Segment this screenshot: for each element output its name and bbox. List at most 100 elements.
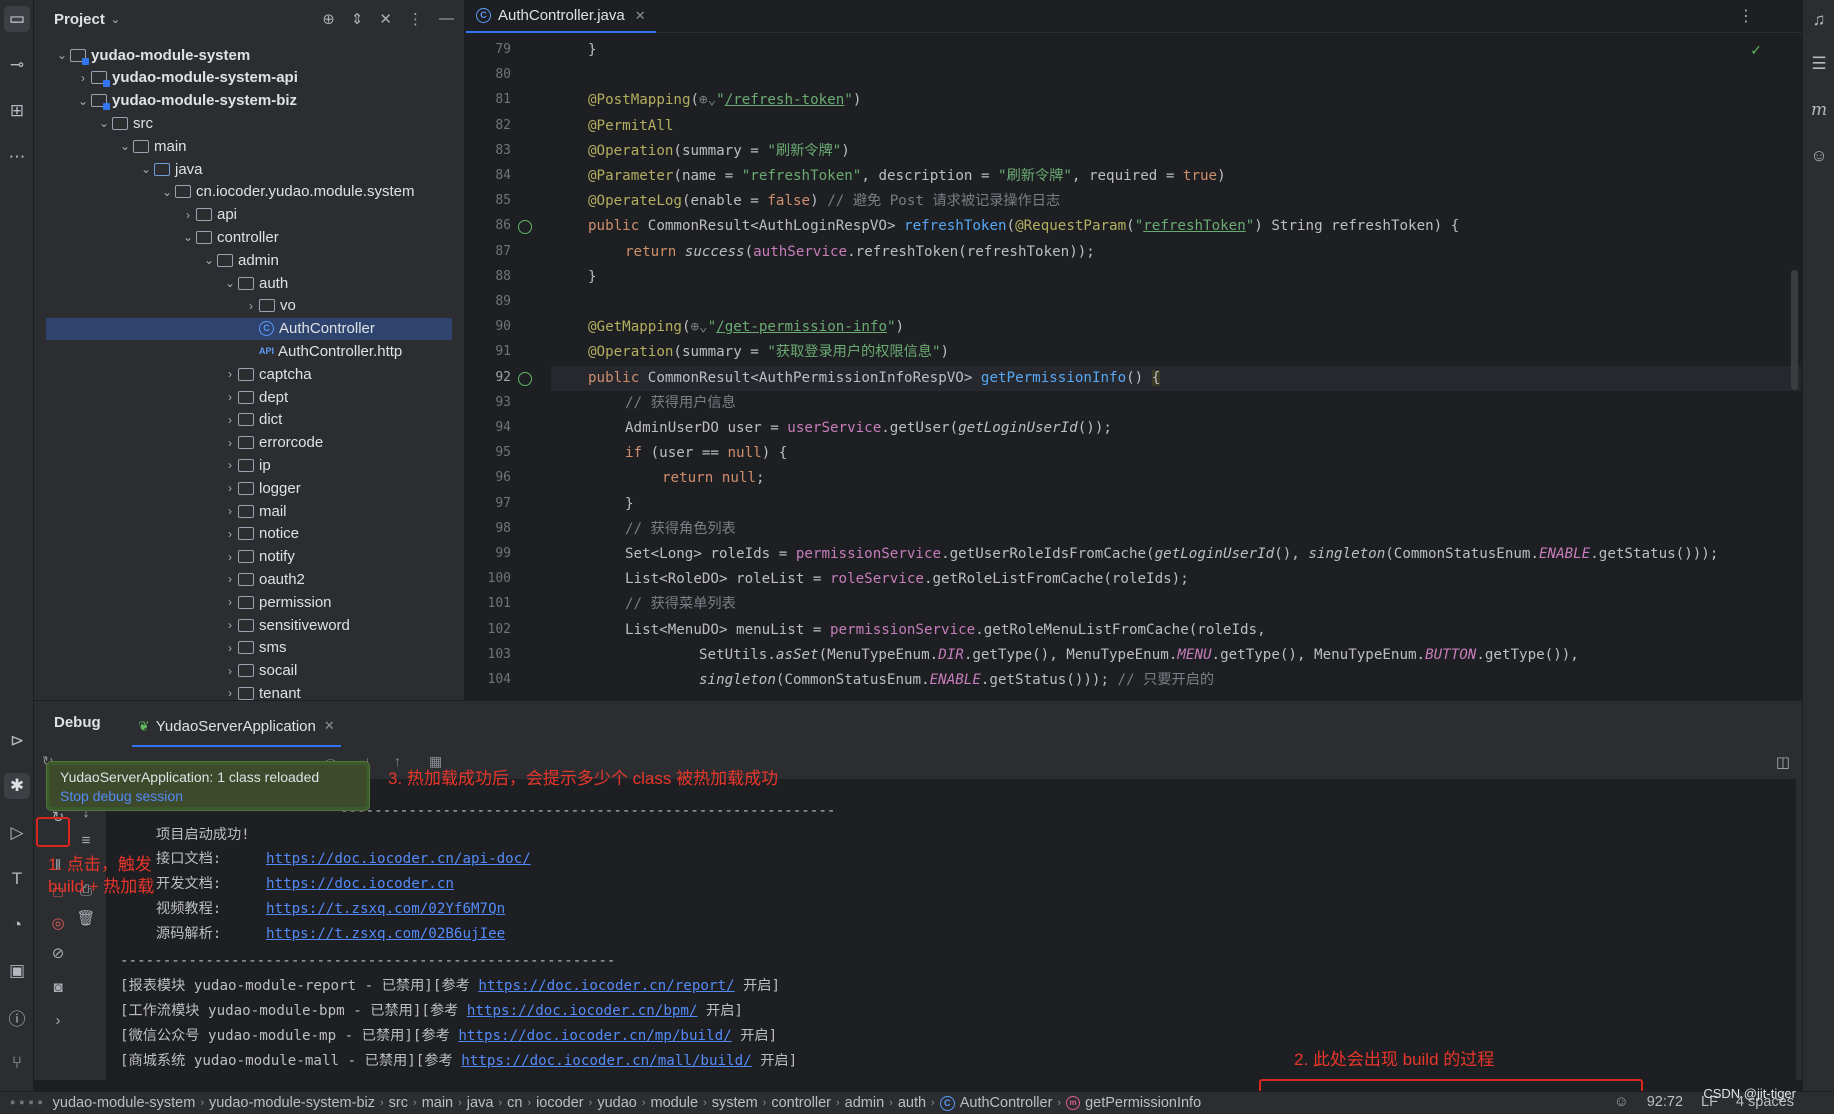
tree-node[interactable]: › sms <box>34 637 454 659</box>
chevron-right-icon[interactable]: › <box>243 299 259 313</box>
tree-node[interactable]: › dept <box>34 386 454 408</box>
tree-node[interactable]: › oauth2 <box>34 568 454 590</box>
tree-node[interactable]: ⌄ yudao-module-system <box>34 44 454 66</box>
tree-node[interactable]: › api <box>34 204 454 226</box>
close-icon[interactable]: ✕ <box>324 718 335 734</box>
chevron-right-icon[interactable]: › <box>222 686 238 700</box>
tree-node[interactable]: ⌄ yudao-module-system-biz <box>34 90 454 112</box>
breadcrumb-class[interactable]: C AuthController <box>939 1095 1052 1111</box>
console-link[interactable]: https://doc.iocoder.cn/api-doc/ <box>266 851 531 867</box>
breadcrumb-item[interactable]: admin <box>845 1095 885 1111</box>
tree-node[interactable]: API AuthController.http <box>34 340 454 362</box>
chevron-down-icon[interactable]: ⌄ <box>96 116 112 130</box>
git-icon[interactable]: ⑂ <box>4 1050 30 1076</box>
chevron-down-icon[interactable]: ⌄ <box>75 94 91 108</box>
notifications-bell-icon[interactable]: ♫ <box>1807 8 1831 32</box>
more-vertical-icon[interactable]: ⋮ <box>1738 6 1754 26</box>
console-link[interactable]: https://doc.iocoder.cn/bpm/ <box>467 1003 698 1019</box>
tree-node[interactable]: › errorcode <box>34 432 454 454</box>
chevron-right-icon[interactable]: › <box>222 481 238 495</box>
tree-node[interactable]: › yudao-module-system-api <box>34 67 454 89</box>
breadcrumb-item[interactable]: system <box>712 1095 758 1111</box>
chevron-right-icon[interactable]: › <box>222 367 238 381</box>
breadcrumb-item[interactable]: iocoder <box>536 1095 584 1111</box>
chevron-right-icon[interactable]: › <box>222 641 238 655</box>
console-link[interactable]: https://t.zsxq.com/02Yf6M7Qn <box>266 901 505 917</box>
close-icon[interactable]: ✕ <box>635 8 646 24</box>
locate-target-icon[interactable]: ⊕ <box>322 10 335 28</box>
layout-icon[interactable]: ◫ <box>1776 753 1790 771</box>
console-link[interactable]: https://doc.iocoder.cn/mp/build/ <box>458 1028 731 1044</box>
tree-node[interactable]: › captcha <box>34 363 454 385</box>
code-area[interactable]: } @PostMapping(⊕⌄"/refresh-token") @Permit… <box>551 33 1801 700</box>
tree-node[interactable]: › ip <box>34 454 454 476</box>
tree-node[interactable]: ⌄ main <box>34 135 454 157</box>
tree-node[interactable]: › notify <box>34 546 454 568</box>
debug-bug-icon[interactable]: ✱ <box>4 773 30 799</box>
stop-debug-session-link[interactable]: Stop debug session <box>60 787 356 806</box>
chevron-right-icon[interactable]: › <box>222 527 238 541</box>
chevron-down-icon[interactable]: ⌄ <box>117 139 133 153</box>
trash-icon[interactable]: 🗑︎ <box>75 907 97 929</box>
chevron-down-icon[interactable]: ⌄ <box>54 48 70 62</box>
endpoint-gutter-icon[interactable] <box>518 220 532 235</box>
profiler-icon[interactable]: ◔ <box>4 912 30 938</box>
breadcrumb-item[interactable]: main <box>422 1095 453 1111</box>
chevron-right-icon[interactable]: › <box>222 595 238 609</box>
tree-node[interactable]: › dict <box>34 409 454 431</box>
breadcrumb-item[interactable]: yudao-module-system <box>53 1095 196 1111</box>
structure-icon[interactable]: ⊞ <box>4 98 30 124</box>
chevron-down-icon[interactable]: ⌄ <box>111 13 120 26</box>
tree-node[interactable]: › socail <box>34 660 454 682</box>
tree-node[interactable]: › sensitiveword <box>34 614 454 636</box>
problems-icon[interactable]: ⓘ <box>4 1004 30 1030</box>
more-tools-icon[interactable]: ⋯ <box>4 144 30 170</box>
console-link[interactable]: https://doc.iocoder.cn <box>266 876 454 892</box>
options-menu-icon[interactable]: ⋮ <box>408 10 423 28</box>
chevron-down-icon[interactable]: ⌄ <box>138 162 154 176</box>
breadcrumb-item[interactable]: yudao <box>597 1095 637 1111</box>
tree-node[interactable]: ⌄ auth <box>34 272 454 294</box>
tab-debug-session[interactable]: ❦ YudaoServerApplication ✕ <box>132 707 341 747</box>
tree-node[interactable]: › vo <box>34 295 454 317</box>
services-icon[interactable]: ⊳ <box>4 728 30 754</box>
tree-node[interactable]: › mail <box>34 500 454 522</box>
copilot-icon[interactable]: ☺ <box>1807 144 1831 168</box>
chevron-right-icon[interactable]: › <box>222 664 238 678</box>
database-icon[interactable]: ☰ <box>1807 52 1831 76</box>
maven-icon[interactable]: m <box>1807 98 1831 122</box>
chevron-right-icon[interactable]: › <box>222 458 238 472</box>
tree-node[interactable]: ⌄ controller <box>34 226 454 248</box>
tab-auth-controller[interactable]: C AuthController.java ✕ <box>466 0 656 33</box>
tree-node[interactable]: › notice <box>34 523 454 545</box>
chevron-right-icon[interactable]: › <box>222 618 238 632</box>
breadcrumb-item[interactable]: java <box>467 1095 494 1111</box>
chevron-down-icon[interactable]: ⌄ <box>222 276 238 290</box>
chevron-right-icon[interactable]: › <box>75 71 91 85</box>
tree-node[interactable]: ⌄ java <box>34 158 454 180</box>
breadcrumb-item[interactable]: module <box>651 1095 699 1111</box>
tree-node[interactable]: C AuthController <box>46 317 452 340</box>
tree-node[interactable]: › tenant <box>34 682 454 700</box>
console-link[interactable]: https://doc.iocoder.cn/mall/build/ <box>461 1053 751 1069</box>
camera-icon[interactable]: ◙ <box>47 976 69 998</box>
project-folder-icon[interactable]: ▭ <box>4 6 30 32</box>
chevron-down-icon[interactable]: ⌄ <box>180 230 196 244</box>
endpoint-gutter-icon[interactable] <box>518 371 532 386</box>
chevron-down-icon[interactable]: ⌄ <box>159 185 175 199</box>
chevron-right-icon[interactable]: › <box>222 390 238 404</box>
breadcrumb-item[interactable]: yudao-module-system-biz <box>209 1095 375 1111</box>
commit-icon[interactable]: ⊸ <box>4 52 30 78</box>
chevron-right-icon[interactable]: › <box>222 413 238 427</box>
run-icon[interactable]: ▷ <box>4 820 30 846</box>
chevron-down-icon[interactable]: ⌄ <box>201 253 217 267</box>
mute-breakpoints-icon[interactable]: ⊘ <box>47 942 69 964</box>
expand-more-icon[interactable]: › <box>47 1009 69 1031</box>
breadcrumb-item[interactable]: controller <box>771 1095 831 1111</box>
console-output[interactable]: ----------------------------------------… <box>106 779 1796 1081</box>
caret-position[interactable]: 92:72 <box>1647 1094 1683 1110</box>
tree-node[interactable]: › permission <box>34 591 454 613</box>
close-collapse-icon[interactable]: ✕ <box>379 10 392 28</box>
tree-node[interactable]: ⌄ src <box>34 112 454 134</box>
breadcrumb-method[interactable]: m getPermissionInfo <box>1066 1095 1201 1111</box>
